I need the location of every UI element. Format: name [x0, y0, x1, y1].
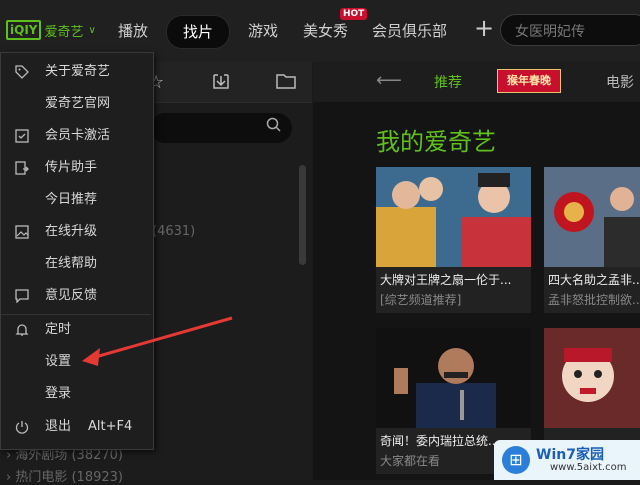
windows-logo-icon: ⊞: [502, 446, 530, 474]
power-icon: [13, 411, 31, 446]
video-subtitle: 孟非怒批控制欲...: [548, 293, 640, 307]
menu-item-exit[interactable]: 退出 Alt+F4: [1, 411, 151, 443]
card-activate-icon: [13, 120, 31, 155]
hot-badge: HOT: [340, 8, 368, 20]
feedback-icon: [13, 280, 31, 315]
video-thumbnail: [376, 167, 531, 267]
menu-item-shortcut: Alt+F4: [88, 419, 133, 434]
plus-icon[interactable]: +: [474, 14, 494, 42]
download-icon[interactable]: [212, 72, 230, 95]
nav-find-video[interactable]: 找片: [166, 15, 231, 49]
chevron-down-icon[interactable]: ∨: [88, 25, 95, 36]
nav-play[interactable]: 播放: [118, 15, 148, 47]
watermark-url: www.5aixt.com: [550, 462, 627, 473]
menu-item-label: 在线帮助: [45, 256, 98, 271]
menu-item-online-upgrade[interactable]: 在线升级: [1, 216, 151, 248]
menu-item-feedback[interactable]: 意见反馈: [1, 280, 151, 312]
menu-item-label: 关于爱奇艺: [45, 64, 111, 79]
video-card[interactable]: 四大名助之孟非... 孟非怒批控制欲...: [544, 167, 640, 313]
menu-item-official-site[interactable]: 爱奇艺官网: [1, 88, 151, 120]
video-thumbnail: [376, 328, 531, 428]
nav-member-club[interactable]: 会员俱乐部: [372, 15, 447, 47]
iqiyi-logo[interactable]: iQIY 爱奇艺 ∨: [6, 20, 96, 40]
category-count: (4631): [152, 224, 196, 239]
menu-item-label: 今日推荐: [45, 192, 98, 207]
menu-item-label: 意见反馈: [45, 288, 98, 303]
logo-text: 爱奇艺: [44, 24, 84, 40]
scrollbar-thumb[interactable]: [299, 165, 306, 265]
category-row[interactable]: › 热门电影 (18923): [6, 466, 123, 485]
menu-item-label: 会员卡激活: [45, 128, 111, 143]
menu-item-member-activate[interactable]: 会员卡激活: [1, 120, 151, 152]
back-arrow-icon[interactable]: ⟵: [376, 70, 402, 91]
menu-item-label: 爱奇艺官网: [45, 96, 111, 111]
menu-item-label: 传片助手: [45, 160, 98, 175]
menu-item-label: 在线升级: [45, 224, 98, 239]
menu-item-login[interactable]: 登录: [1, 378, 151, 410]
logo-mark: iQIY: [6, 20, 42, 40]
menu-item-label: 退出: [45, 419, 72, 434]
tab-spring-gala[interactable]: 猴年春晚: [497, 69, 561, 93]
menu-item-label: 定时: [45, 322, 72, 337]
menu-item-upload-assistant[interactable]: 传片助手: [1, 152, 151, 184]
video-thumbnail: [544, 328, 640, 428]
video-thumbnail: [544, 167, 640, 267]
tag-icon: [13, 56, 31, 91]
section-title: 我的爱奇艺: [376, 128, 496, 156]
watermark-title: Win7家园: [536, 447, 604, 463]
tab-movies[interactable]: 电影: [606, 72, 634, 92]
menu-item-label: 设置: [45, 354, 72, 369]
video-subtitle: [综艺频道推荐]: [380, 293, 462, 307]
video-title: 大牌对王牌之扇一伦于...: [380, 273, 512, 287]
folder-icon[interactable]: [276, 72, 296, 95]
menu-item-about[interactable]: 关于爱奇艺: [1, 56, 151, 88]
menu-item-timer[interactable]: 定时: [1, 314, 151, 346]
left-search-input[interactable]: [150, 113, 292, 143]
bell-icon: [13, 314, 31, 349]
search-icon[interactable]: [266, 117, 282, 137]
video-title: 四大名助之孟非...: [548, 273, 640, 287]
video-card[interactable]: 大牌对王牌之扇一伦于... [综艺频道推荐]: [376, 167, 531, 313]
watermark: ⊞ Win7家园 www.5aixt.com: [494, 440, 640, 480]
search-input[interactable]: 女医明妃传: [500, 14, 640, 46]
nav-games[interactable]: 游戏: [248, 15, 278, 47]
content-tabbar: [313, 62, 640, 102]
menu-item-label: 登录: [45, 386, 72, 401]
menu-item-settings[interactable]: 设置: [1, 346, 151, 378]
tab-recommend[interactable]: 推荐: [434, 72, 462, 92]
upload-assistant-icon: [13, 152, 31, 187]
menu-item-today-recommend[interactable]: 今日推荐: [1, 184, 151, 216]
image-upgrade-icon: [13, 216, 31, 251]
search-placeholder: 女医明妃传: [515, 24, 585, 40]
menu-item-online-help[interactable]: 在线帮助: [1, 248, 151, 280]
